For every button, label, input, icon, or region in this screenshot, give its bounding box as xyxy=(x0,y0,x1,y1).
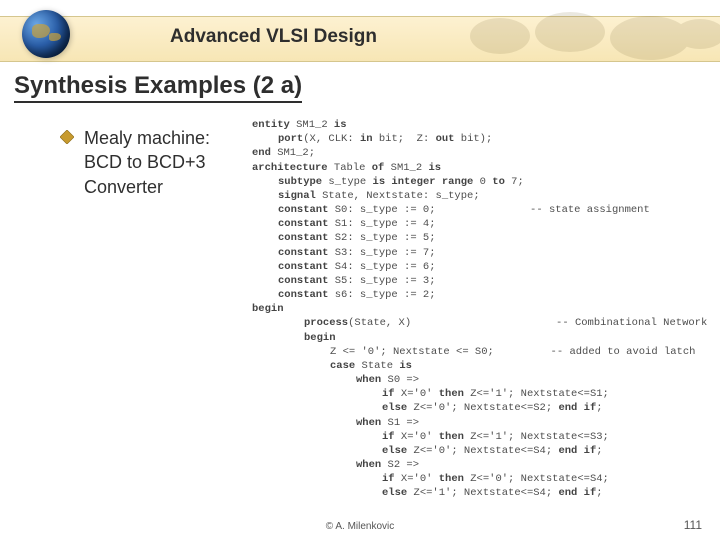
page-number: 111 xyxy=(684,518,702,532)
course-title: Advanced VLSI Design xyxy=(170,26,377,48)
slide-title: Synthesis Examples (2 a) xyxy=(14,72,302,103)
footer-credit: © A. Milenkovic xyxy=(326,521,395,532)
bullet-item: Mealy machine: BCD to BCD+3 Converter xyxy=(60,126,220,199)
bullet-text: Mealy machine: BCD to BCD+3 Converter xyxy=(84,126,220,199)
bullet-list: Mealy machine: BCD to BCD+3 Converter xyxy=(60,126,220,199)
vhdl-code-block: entity SM1_2 is port(X, CLK: in bit; Z: … xyxy=(252,118,692,501)
diamond-bullet-icon xyxy=(60,130,74,144)
world-map-decor xyxy=(460,6,720,66)
globe-icon xyxy=(22,10,70,58)
